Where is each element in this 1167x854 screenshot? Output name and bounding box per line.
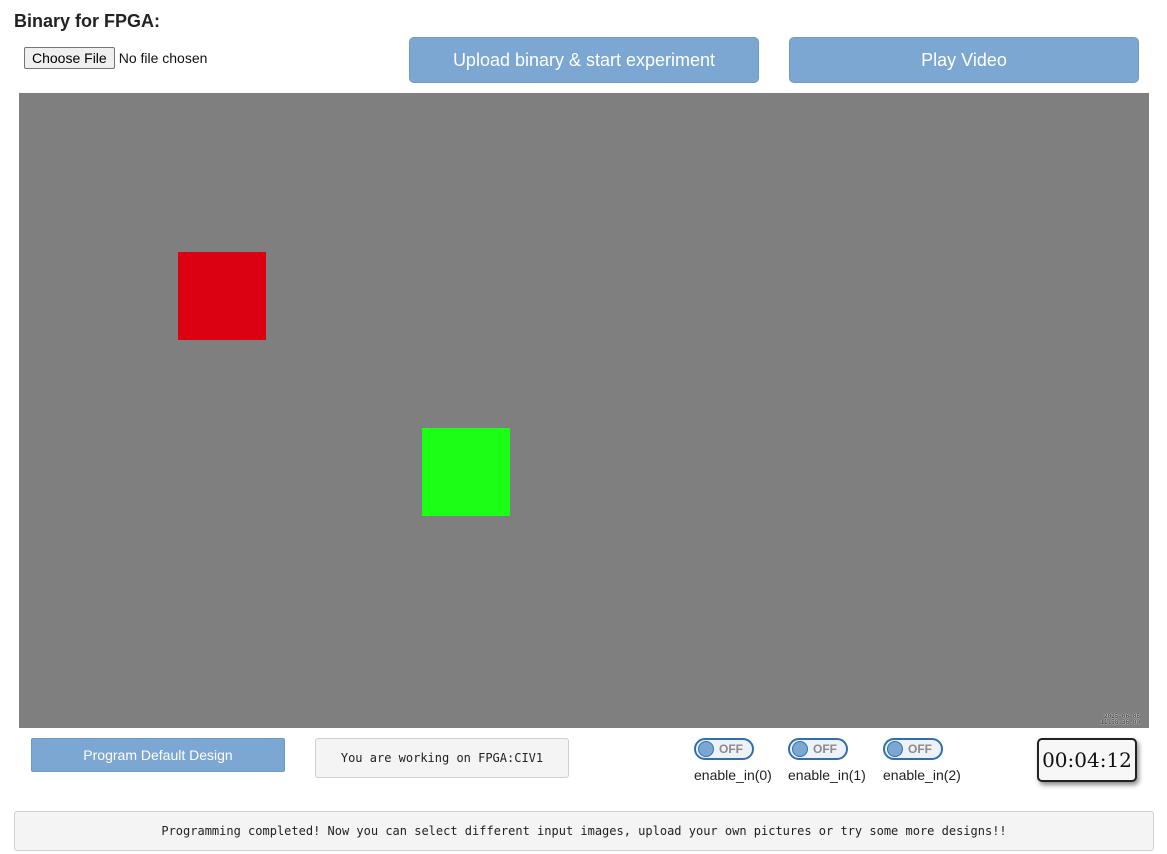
page-title: Binary for FPGA: bbox=[14, 11, 161, 31]
toggle-knob bbox=[792, 741, 808, 757]
enable-in-0-toggle[interactable]: OFF bbox=[694, 738, 754, 760]
file-picker: Choose File No file chosen bbox=[24, 47, 207, 69]
status-message: Programming completed! Now you can selec… bbox=[14, 811, 1154, 851]
toggle-knob bbox=[887, 741, 903, 757]
video-feed[interactable]: 2025-06-05 11:58:36.00 bbox=[19, 93, 1149, 728]
session-timer: 00:04:12 bbox=[1037, 738, 1137, 782]
toggle-state-text: OFF bbox=[813, 742, 837, 756]
toggle-state-text: OFF bbox=[719, 742, 743, 756]
toggle-group-enable-in-2: OFF enable_in(2) bbox=[883, 738, 961, 783]
fpga-experiment-page: Binary for FPGA: Choose File No file cho… bbox=[0, 0, 1167, 854]
toggle-label: enable_in(0) bbox=[694, 767, 772, 783]
green-square bbox=[422, 428, 510, 516]
upload-binary-button[interactable]: Upload binary & start experiment bbox=[409, 37, 759, 83]
enable-in-2-toggle[interactable]: OFF bbox=[883, 738, 943, 760]
timestamp-time: 11:58:36.00 bbox=[1100, 719, 1140, 726]
fpga-info-box: You are working on FPGA:CIV1 bbox=[315, 738, 569, 778]
play-video-button[interactable]: Play Video bbox=[789, 37, 1139, 83]
video-timestamp: 2025-06-05 11:58:36.00 bbox=[1100, 714, 1140, 726]
toggle-label: enable_in(1) bbox=[788, 767, 866, 783]
red-square bbox=[178, 252, 266, 340]
toggle-group-enable-in-1: OFF enable_in(1) bbox=[788, 738, 866, 783]
enable-in-1-toggle[interactable]: OFF bbox=[788, 738, 848, 760]
file-status-text: No file chosen bbox=[118, 50, 208, 66]
toggle-knob bbox=[698, 741, 714, 757]
program-default-design-button[interactable]: Program Default Design bbox=[31, 738, 285, 772]
toggle-state-text: OFF bbox=[908, 742, 932, 756]
choose-file-button[interactable]: Choose File bbox=[24, 47, 115, 69]
toggle-group-enable-in-0: OFF enable_in(0) bbox=[694, 738, 772, 783]
toggle-label: enable_in(2) bbox=[883, 767, 961, 783]
